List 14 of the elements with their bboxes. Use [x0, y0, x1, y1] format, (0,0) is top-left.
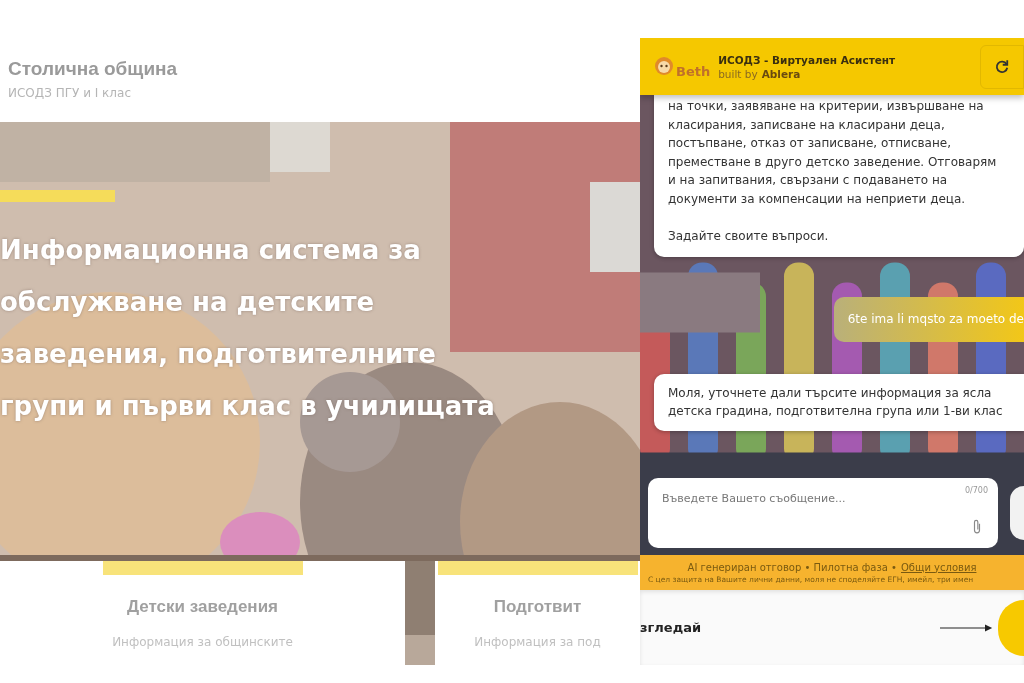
site-subtitle: ИСОДЗ ПГУ и I клас — [8, 86, 132, 100]
card-text: Информация за под — [474, 635, 601, 649]
built-by-text: built by — [718, 67, 758, 80]
notice-text: AI генериран отговор • Пилотна фаза • — [687, 561, 897, 573]
chat-title: ИСОДЗ - Виртуален Асистент — [718, 53, 897, 66]
logo-text: Beth — [676, 63, 711, 79]
terms-link[interactable]: Общи условия — [901, 561, 977, 573]
browse-link[interactable]: згледай — [640, 620, 940, 635]
site-title[interactable]: Столична община — [8, 58, 640, 80]
card-text: Информация за общинските — [112, 635, 293, 649]
card-title[interactable]: Подготвит — [493, 597, 582, 617]
brand-name: Ablera — [761, 67, 801, 80]
character-counter: 0/700 — [964, 485, 988, 495]
card-title[interactable]: Детски заведения — [126, 597, 278, 617]
